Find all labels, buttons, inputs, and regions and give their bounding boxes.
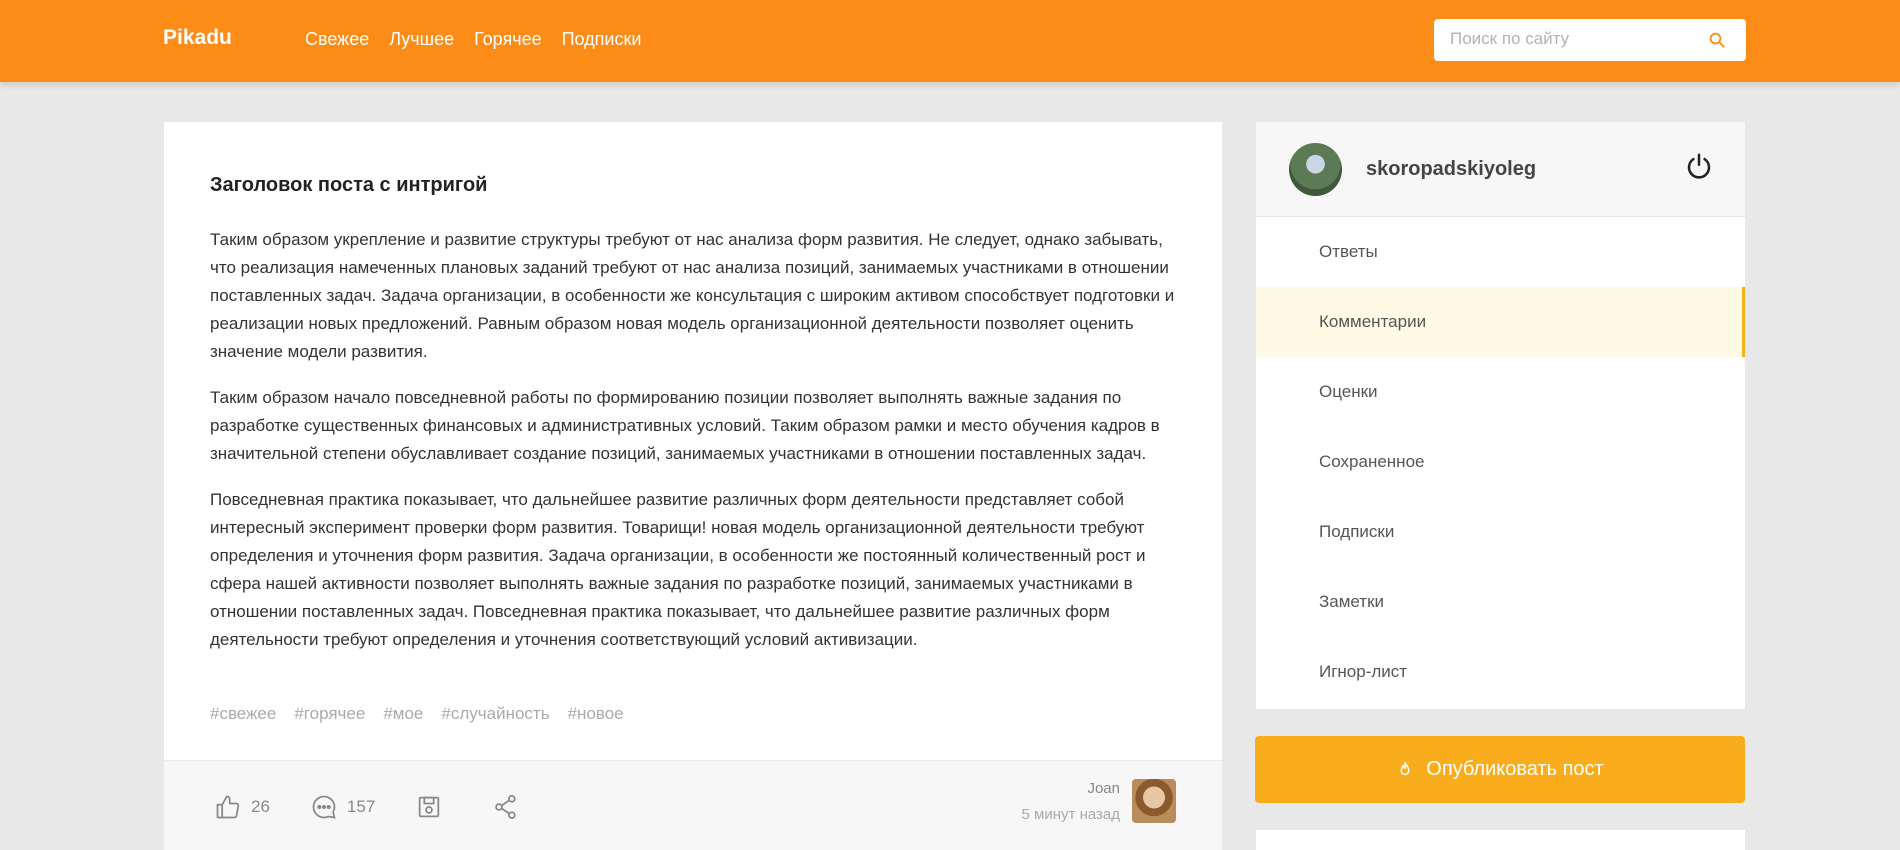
search-input[interactable]: [1450, 29, 1700, 49]
comment-icon: [312, 795, 336, 819]
like-button[interactable]: 26: [214, 793, 270, 821]
post-paragraph: Таким образом начало повседневной работы…: [210, 388, 1160, 463]
tag-link[interactable]: #случайность: [441, 704, 549, 724]
post-footer: 26 157 Joan 5 минут назад: [164, 760, 1222, 850]
menu-item-ignore-list[interactable]: Игнор-лист: [1256, 637, 1745, 707]
author-avatar[interactable]: [1132, 779, 1176, 823]
flame-icon: [1400, 761, 1410, 775]
nav-fresh[interactable]: Свежее: [305, 29, 369, 50]
search-icon[interactable]: [1708, 31, 1726, 49]
save-button[interactable]: [415, 793, 452, 821]
menu-item-subscriptions[interactable]: Подписки: [1256, 497, 1745, 567]
post-author[interactable]: Joan 5 минут назад: [1022, 779, 1176, 823]
menu-item-notes[interactable]: Заметки: [1256, 567, 1745, 637]
comment-count: 157: [346, 797, 376, 816]
nav-subscriptions[interactable]: Подписки: [562, 29, 642, 50]
nav-best[interactable]: Лучшее: [389, 29, 454, 50]
post-actions: 26 157: [214, 793, 569, 821]
top-header: Pikadu Свежее Лучшее Горячее Подписки: [0, 0, 1900, 82]
publish-post-button[interactable]: Опубликовать пост: [1255, 736, 1745, 803]
post-paragraph: Повседневная практика показывает, что да…: [210, 490, 1146, 649]
post-title[interactable]: Заголовок поста с интригой: [210, 174, 487, 197]
comments-button[interactable]: 157: [310, 793, 375, 821]
main-nav: Свежее Лучшее Горячее Подписки: [305, 29, 641, 50]
share-icon: [495, 795, 516, 819]
tag-link[interactable]: #мое: [383, 704, 423, 724]
share-button[interactable]: [492, 793, 529, 821]
author-name: Joan: [1087, 779, 1120, 797]
post-time: 5 минут назад: [1021, 805, 1120, 823]
save-icon: [419, 796, 440, 818]
menu-item-comments[interactable]: Комментарии: [1256, 287, 1745, 357]
power-icon[interactable]: [1684, 151, 1714, 181]
user-profile: skoropadskiyoleg: [1256, 122, 1745, 217]
publish-label: Опубликовать пост: [1426, 758, 1604, 780]
menu-item-ratings[interactable]: Оценки: [1256, 357, 1745, 427]
username[interactable]: skoropadskiyoleg: [1366, 158, 1536, 181]
site-logo[interactable]: Pikadu: [163, 26, 232, 50]
user-menu: Ответы Комментарии Оценки Сохраненное По…: [1256, 217, 1745, 707]
post-card: Заголовок поста с интригой Таким образом…: [164, 122, 1222, 850]
menu-item-answers[interactable]: Ответы: [1256, 217, 1745, 287]
post-tags: #свежее #горячее #мое #случайность #ново…: [210, 704, 624, 724]
user-sidebar: skoropadskiyoleg Ответы Комментарии Оцен…: [1256, 122, 1745, 709]
tag-link[interactable]: #горячее: [294, 704, 365, 724]
like-count: 26: [251, 797, 270, 816]
menu-item-saved[interactable]: Сохраненное: [1256, 427, 1745, 497]
avatar[interactable]: [1289, 143, 1342, 196]
thumbs-up-icon: [216, 795, 240, 819]
post-body: Таким образом укрепление и развитие стру…: [210, 226, 1180, 672]
tag-link[interactable]: #свежее: [210, 704, 276, 724]
sidebar-card: [1256, 830, 1745, 850]
post-paragraph: Таким образом укрепление и развитие стру…: [210, 230, 1175, 361]
tag-link[interactable]: #новое: [568, 704, 624, 724]
author-info: Joan 5 минут назад: [1022, 780, 1120, 823]
search-box: [1434, 19, 1746, 61]
nav-hot[interactable]: Горячее: [474, 29, 542, 50]
